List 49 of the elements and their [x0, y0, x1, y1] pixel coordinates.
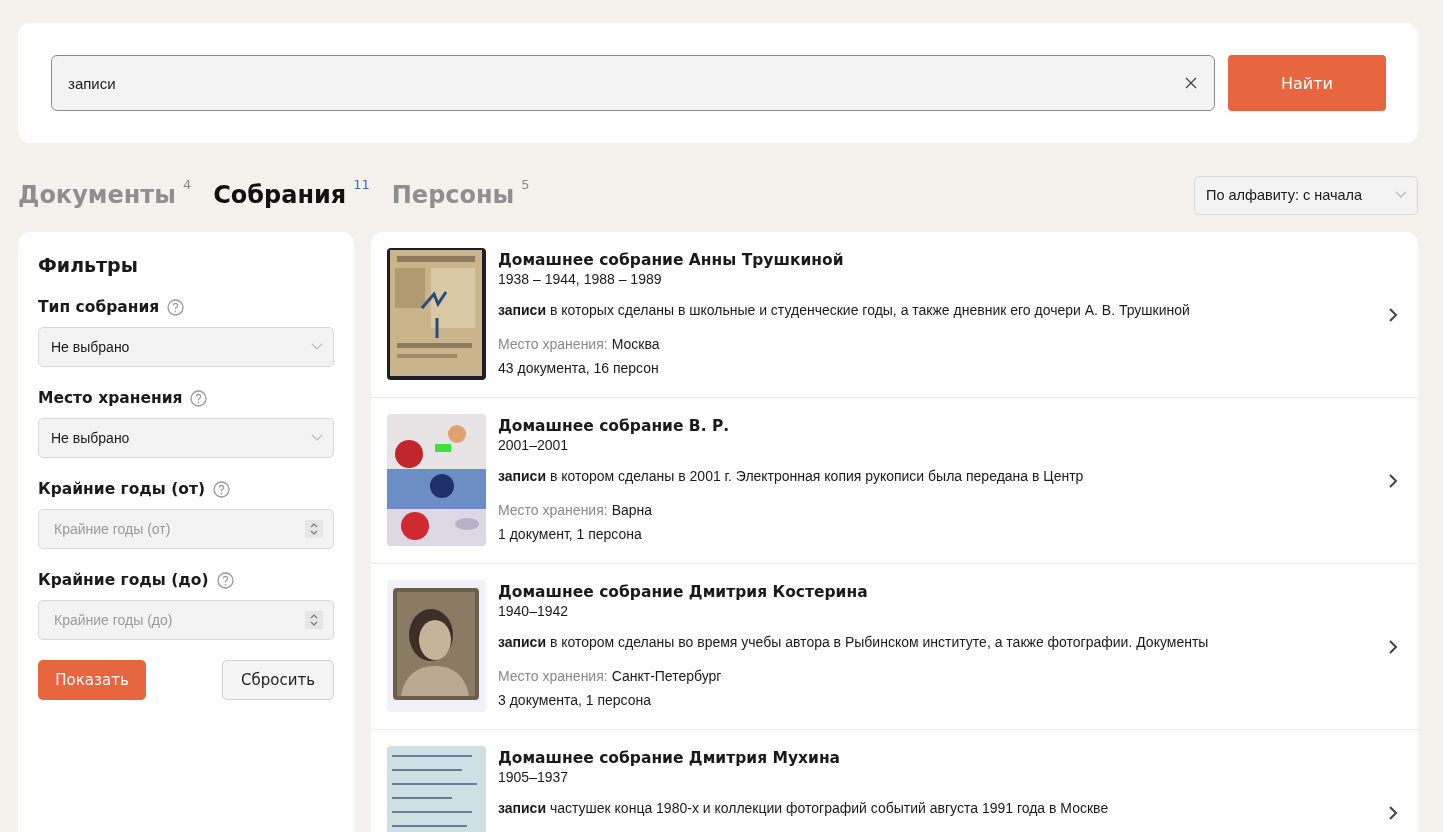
place-label: Место хранения:	[498, 502, 608, 518]
result-card[interactable]: Домашнее собрание Дмитрия Мухина 1905–1937 записи частушек конца 1980-х и коллекции фотографий событий августа 1991 года в Москве	[371, 730, 1418, 832]
help-icon[interactable]	[167, 298, 185, 316]
result-counts: 43 документа, 16 персон	[498, 360, 660, 376]
result-title[interactable]: Домашнее собрание Дмитрия Мухина	[498, 749, 1388, 767]
chevron-right-icon[interactable]	[1388, 638, 1398, 655]
result-card[interactable]: Домашнее собрание Дмитрия Костерина 1940–1942 записи в котором сделаны во время учебы автора в Рыбинском институте, а также фотографии. Документы Место хранения: Санкт-Петербург 3 документа, 1 персона	[371, 564, 1418, 730]
result-counts: 1 документ, 1 персона	[498, 526, 643, 542]
result-years: 1940–1942	[498, 603, 570, 619]
field-label: Место хранения	[38, 389, 183, 407]
result-years: 1938 – 1944, 1988 – 1989	[498, 271, 663, 287]
place-value: Москва	[611, 336, 660, 352]
search-field[interactable]: записи	[51, 55, 1215, 111]
tab[interactable]: Собрания 11	[213, 181, 370, 209]
select-field[interactable]: Не выбрано	[38, 327, 334, 367]
sort-dropdown[interactable]: По алфавиту: с начала	[1194, 175, 1418, 215]
help-icon[interactable]	[216, 571, 234, 589]
filters-heading: Фильтры	[38, 254, 139, 276]
result-snippet: записи частушек конца 1980-х и коллекции фотографий событий августа 1991 года в Москве	[498, 800, 1110, 816]
result-snippet: записи в котором сделаны во время учебы автора в Рыбинском институте, а также фотографии. Документы	[498, 634, 1210, 650]
chevron-right-icon[interactable]	[1388, 804, 1398, 821]
chevron-down-icon	[311, 343, 323, 351]
close-icon[interactable]	[1184, 76, 1198, 90]
chevron-right-icon[interactable]	[1388, 472, 1398, 489]
result-years: 2001–2001	[498, 437, 570, 453]
field-label: Тип собрания	[38, 298, 160, 316]
spinner-icon[interactable]	[305, 611, 323, 629]
reset-button[interactable]: Сбросить	[222, 660, 334, 700]
result-counts: 3 документа, 1 персона	[498, 692, 652, 708]
field-label: Крайние годы (от)	[38, 480, 206, 498]
chevron-down-icon	[1395, 191, 1407, 199]
result-years: 1905–1937	[498, 769, 570, 785]
help-icon[interactable]	[190, 389, 208, 407]
result-title[interactable]: Домашнее собрание Дмитрия Костерина	[498, 583, 1388, 601]
place-label: Место хранения:	[498, 336, 608, 352]
select-field[interactable]: Не выбрано	[38, 418, 334, 458]
place-label: Место хранения:	[498, 668, 608, 684]
field-label: Крайние годы (до)	[38, 571, 209, 589]
spinner-icon[interactable]	[305, 520, 323, 538]
result-snippet: записи в которых сделаны в школьные и студенческие годы, а также дневник его дочери А. В. Трушкиной	[498, 302, 1191, 318]
chevron-right-icon[interactable]	[1388, 306, 1398, 323]
chevron-down-icon	[311, 434, 323, 442]
result-card[interactable]: Домашнее собрание В. Р. 2001–2001 записи в котором сделаны в 2001 г. Электронная копия рукописи была передана в Центр Место хранения: Варна 1 документ, 1 персона	[371, 398, 1418, 564]
result-snippet: записи в котором сделаны в 2001 г. Электронная копия рукописи была передана в Центр	[498, 468, 1085, 484]
result-title[interactable]: Домашнее собрание Анны Трушкиной	[498, 251, 1388, 269]
place-value: Санкт-Петербург	[611, 668, 722, 684]
place-value: Варна	[611, 502, 653, 518]
result-title[interactable]: Домашнее собрание В. Р.	[498, 417, 1388, 435]
help-icon[interactable]	[213, 480, 231, 498]
